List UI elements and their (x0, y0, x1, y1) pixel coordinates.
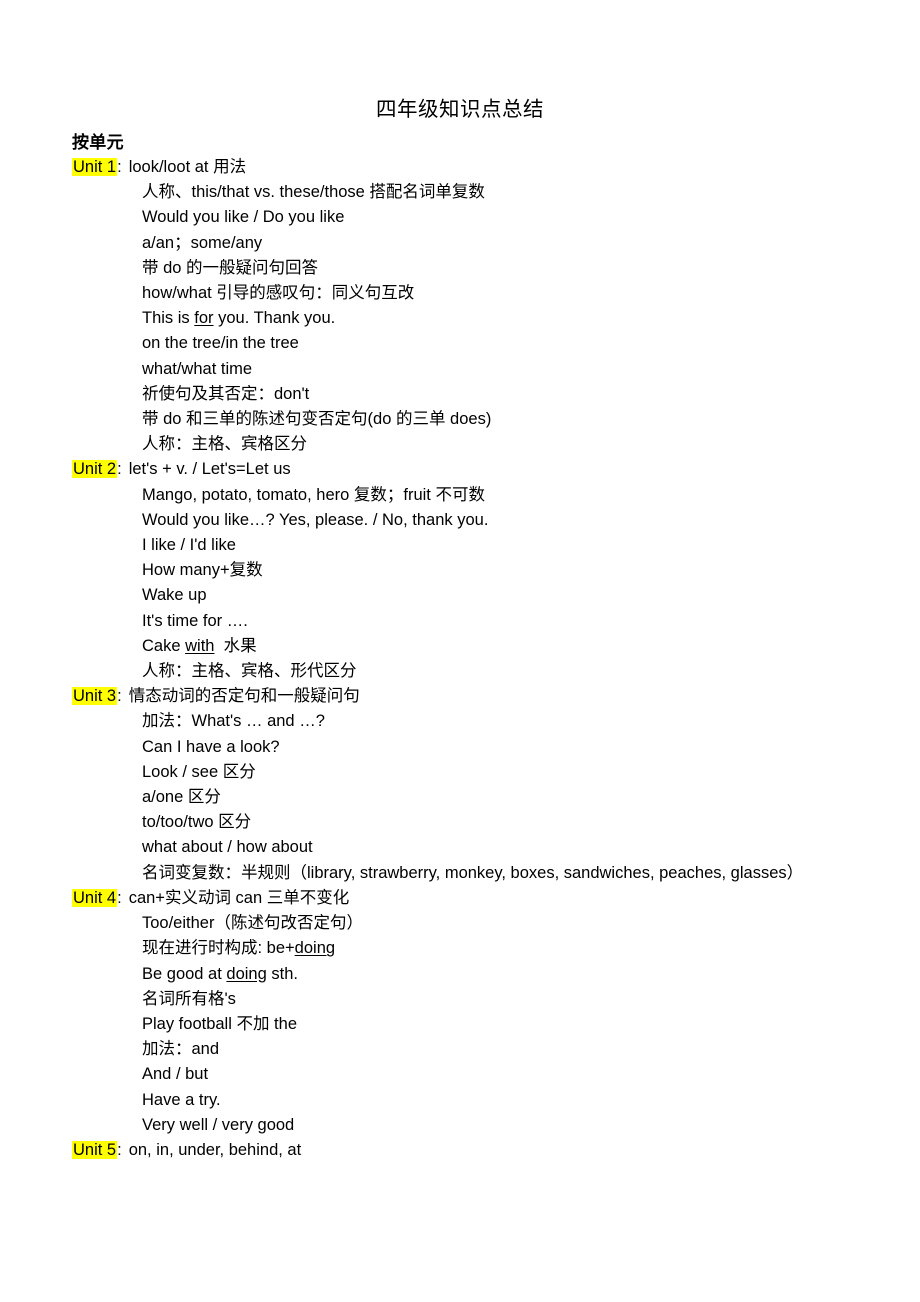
unit-first-line: Unit 1: look/loot at 用法 (0, 155, 920, 180)
unit-line: How many+复数 (142, 561, 263, 580)
unit-line-with-underline: 现在进行时构成: be+doing (142, 939, 336, 958)
page-title: 四年级知识点总结 (376, 98, 544, 121)
unit-line: 带 do 和三单的陈述句变否定句(do 的三单 does) (142, 410, 492, 429)
unit-label-highlight: Unit 4 (72, 888, 118, 907)
underlined-word: for (194, 309, 214, 328)
unit-line: It's time for …. (142, 611, 248, 630)
unit-line-text: let's + v. / Let's=Let us (128, 460, 291, 479)
unit-first-line: Unit 2: let's + v. / Let's=Let us (0, 457, 920, 482)
unit-line: how/what 引导的感叹句：同义句互改 (142, 284, 415, 303)
unit-first-line: Unit 3: 情态动词的否定句和一般疑问句 (0, 684, 920, 709)
unit-line: 加法：What's … and …? (142, 712, 325, 731)
unit-line: 人称：主格、宾格区分 (142, 435, 307, 454)
unit-line: 名词所有格's (142, 989, 236, 1008)
unit-line: Have a try. (142, 1090, 221, 1109)
section-heading: 按单元 (72, 133, 124, 152)
unit-line-with-underline: Be good at doing sth. (142, 964, 298, 983)
unit-label-highlight: Unit 5 (72, 1140, 118, 1159)
unit-label-2: Unit 2: (72, 457, 122, 482)
unit-line: 祈使句及其否定：don't (142, 384, 310, 403)
unit-label-3: Unit 3: (72, 684, 122, 709)
unit-line: what/what time (142, 359, 253, 378)
unit-line-with-underline: Cake with 水果 (142, 636, 257, 655)
unit-label-highlight: Unit 2 (72, 460, 118, 479)
unit-line: Look / see 区分 (142, 762, 256, 781)
unit-label-colon: : (117, 888, 122, 907)
unit-line: a/an；some/any (142, 233, 263, 252)
unit-line: 人称：主格、宾格、形代区分 (142, 662, 357, 681)
unit-line: 带 do 的一般疑问句回答 (142, 258, 319, 277)
unit-line: 人称、this/that vs. these/those 搭配名词单复数 (142, 183, 485, 202)
underlined-word: doing (294, 939, 336, 958)
unit-line-text: on, in, under, behind, at (128, 1140, 302, 1159)
unit-line: Too/either（陈述句改否定句） (142, 914, 363, 933)
unit-label-colon: : (117, 1140, 122, 1159)
unit-block-2: Unit 2: let's + v. / Let's=Let us Mango, … (0, 457, 920, 684)
unit-block-3: Unit 3: 情态动词的否定句和一般疑问句 加法：What's … and …?… (0, 684, 920, 886)
unit-first-line: Unit 4: can+实义动词 can 三单不变化 (0, 886, 920, 911)
unit-line: to/too/two 区分 (142, 813, 252, 832)
underlined-word: with (185, 636, 215, 655)
unit-line: what about / how about (142, 838, 313, 857)
unit-block-1: Unit 1: look/loot at 用法 人称、this/that vs. … (0, 155, 920, 457)
unit-label-4: Unit 4: (72, 886, 122, 911)
unit-block-4: Unit 4: can+实义动词 can 三单不变化 Too/either（陈述句… (0, 886, 920, 1138)
unit-label-highlight: Unit 1 (72, 158, 118, 176)
unit-line-wrapped: 名词变复数：半规则（library, strawberry, monkey, b… (142, 863, 804, 882)
unit-line: Play football 不加 the (142, 1014, 297, 1033)
unit-block-5: Unit 5: on, in, under, behind, at (0, 1138, 920, 1163)
unit-line: Would you like / Do you like (142, 208, 345, 227)
units-list: Unit 1: look/loot at 用法 人称、this/that vs. … (0, 155, 920, 1163)
unit-label-5: Unit 5: (72, 1138, 122, 1163)
document-page: 四年级知识点总结 按单元 Unit 1: look/loot at 用法 人称、t… (0, 0, 920, 1302)
unit-line: on the tree/in the tree (142, 334, 299, 353)
unit-line: Wake up (142, 586, 207, 605)
unit-line: 加法：and (142, 1040, 220, 1059)
unit-line-text: 情态动词的否定句和一般疑问句 (128, 687, 360, 706)
unit-first-line: Unit 5: on, in, under, behind, at (0, 1138, 920, 1163)
unit-line: I like / I'd like (142, 536, 236, 555)
unit-label-colon: : (117, 158, 122, 176)
unit-line: Mango, potato, tomato, hero 复数；fruit 不可数 (142, 485, 485, 504)
unit-line-with-underline: This is for you. Thank you. (142, 309, 336, 328)
unit-line-text: look/loot at 用法 (128, 158, 247, 176)
unit-label-colon: : (117, 687, 122, 706)
unit-line-text: can+实义动词 can 三单不变化 (128, 888, 350, 907)
unit-label-colon: : (117, 460, 122, 479)
unit-line: Can I have a look? (142, 737, 280, 756)
unit-line: Would you like…? Yes, please. / No, than… (142, 510, 489, 529)
underlined-word: doing (226, 964, 267, 983)
unit-line: Very well / very good (142, 1115, 295, 1134)
unit-line: a/one 区分 (142, 788, 221, 807)
unit-label-1: Unit 1: (72, 155, 122, 180)
unit-label-highlight: Unit 3 (72, 687, 118, 706)
unit-line: And / but (142, 1065, 209, 1084)
